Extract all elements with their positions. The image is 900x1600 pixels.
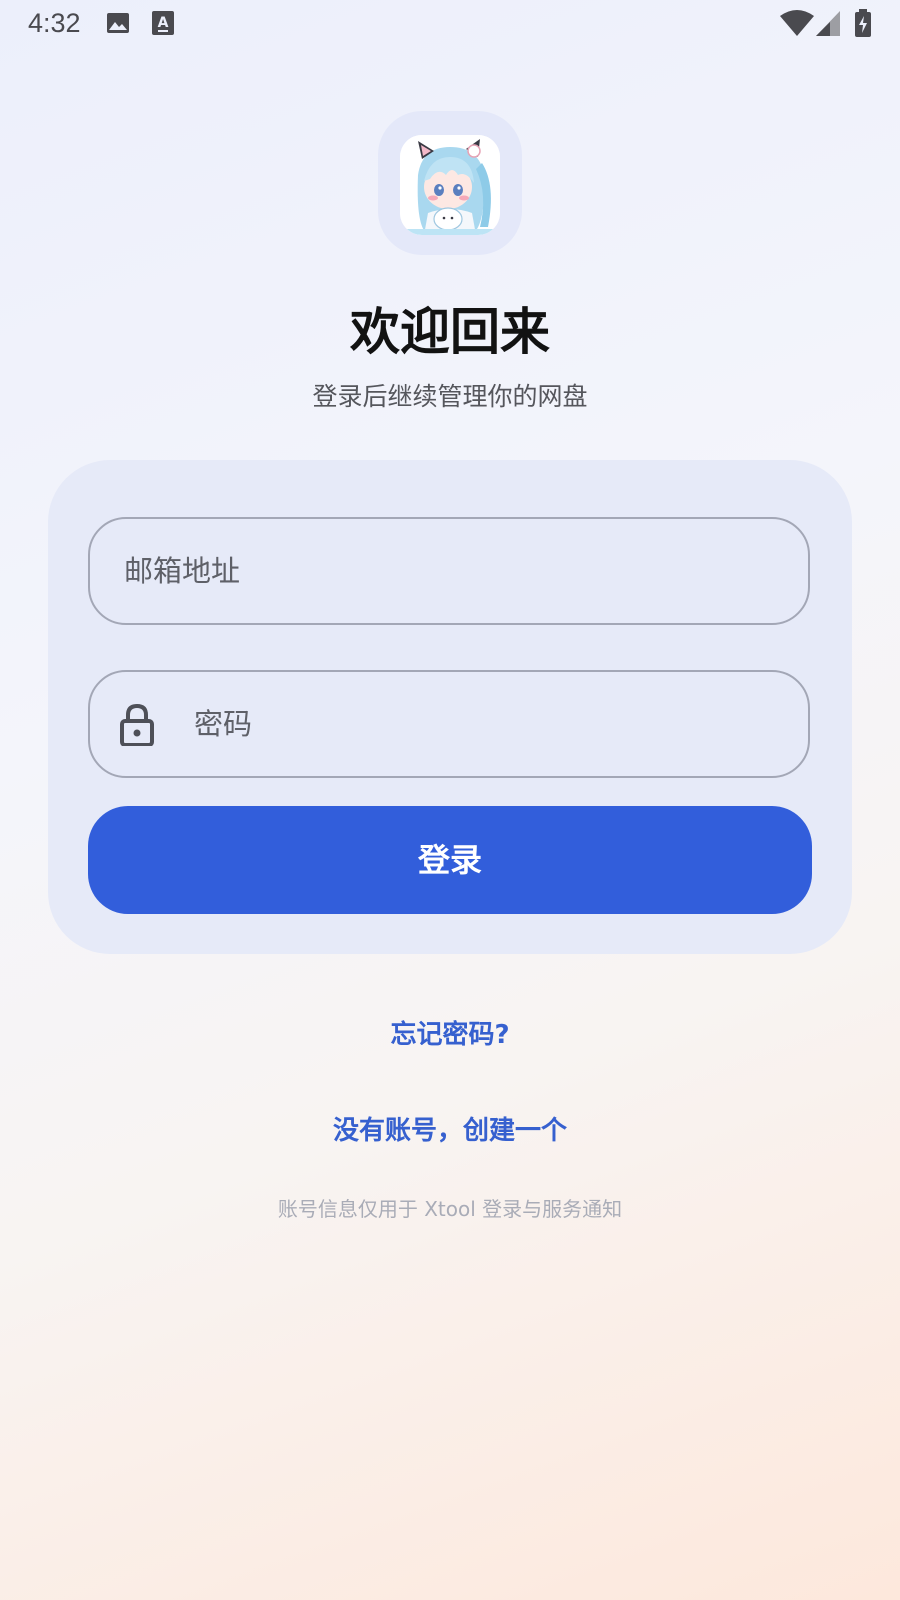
anime-girl-avatar-logo — [400, 135, 500, 235]
email-field[interactable] — [88, 517, 810, 625]
image-icon — [106, 11, 130, 39]
lock-icon — [120, 703, 154, 747]
text-a-icon: A — [152, 11, 174, 39]
battery-charging-icon — [855, 9, 871, 41]
create-account-link[interactable]: 没有账号，创建一个 — [0, 1110, 900, 1147]
status-time: 4:32 — [28, 8, 81, 38]
privacy-footnote: 账号信息仅用于 Xtool 登录与服务通知 — [277, 1197, 623, 1221]
page-title: 欢迎回来 — [350, 303, 550, 361]
login-button[interactable]: 登录 — [88, 806, 812, 914]
page-subtitle: 登录后继续管理你的网盘 — [312, 382, 588, 411]
email-input[interactable] — [122, 519, 784, 623]
status-bar: 4:32 A — [0, 0, 900, 48]
forgot-password-link[interactable]: 忘记密码? — [0, 1014, 900, 1051]
cellular-signal-icon — [816, 11, 840, 40]
svg-text:A: A — [158, 15, 169, 31]
app-logo-container — [378, 111, 522, 255]
password-field[interactable] — [88, 670, 810, 778]
wifi-icon — [780, 10, 814, 40]
password-input[interactable] — [192, 672, 784, 776]
